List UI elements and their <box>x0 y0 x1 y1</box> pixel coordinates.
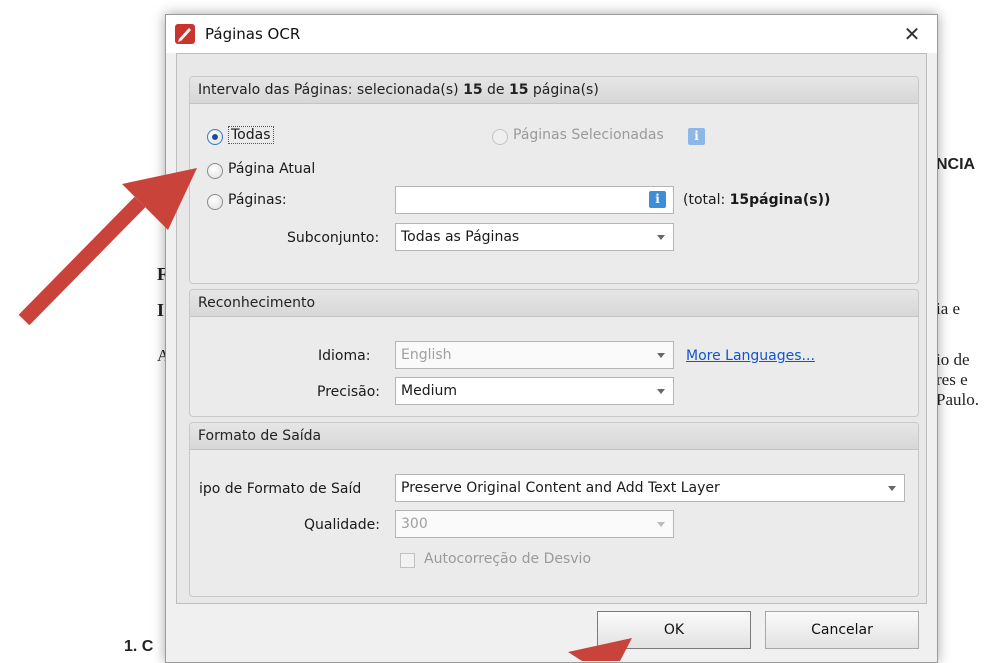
selected-pages-label: Páginas Selecionadas <box>513 127 664 143</box>
page-range-header: Intervalo das Páginas: selecionada(s) 15… <box>190 77 918 104</box>
info-icon[interactable]: i <box>649 191 666 208</box>
output-format-type-dropdown[interactable]: Preserve Original Content and Add Text L… <box>395 474 905 502</box>
total-pages-text: (total: 15página(s)) <box>683 192 831 208</box>
subset-label: Subconjunto: <box>287 230 380 246</box>
bg-doc-text-fragment: res e <box>936 370 968 389</box>
output-format-section: Formato de Saída ipo de Formato de Saíd … <box>189 422 919 597</box>
dialog-title: Páginas OCR <box>205 25 301 43</box>
chevron-down-icon <box>657 235 665 240</box>
output-format-type-label: ipo de Formato de Saíd <box>199 481 362 497</box>
output-format-header: Formato de Saída <box>190 423 918 450</box>
dialog-titlebar[interactable]: Páginas OCR ✕ <box>166 15 937 53</box>
chevron-down-icon <box>657 522 665 527</box>
annotation-arrow <box>18 168 197 326</box>
selected-count: 15 <box>463 82 483 98</box>
total-count: 15 <box>508 82 529 98</box>
recognition-header: Reconhecimento <box>190 290 918 317</box>
bg-doc-text-fragment: io de <box>936 350 970 369</box>
current-page-label: Página Atual <box>228 161 316 177</box>
subset-dropdown[interactable]: Todas as Páginas <box>395 223 674 251</box>
deskew-label: Autocorreção de Desvio <box>424 551 592 567</box>
quality-label: Qualidade: <box>304 517 380 533</box>
bg-doc-list-item: 1. C <box>124 638 154 655</box>
cancel-button[interactable]: Cancelar <box>765 611 919 649</box>
chevron-down-icon <box>657 389 665 394</box>
language-label: Idioma: <box>318 348 371 364</box>
all-pages-label: Todas <box>228 126 274 144</box>
bg-doc-heading-fragment: NCIA <box>936 156 976 173</box>
annotation-arrow <box>568 638 632 661</box>
language-dropdown[interactable]: English <box>395 341 674 369</box>
page-range-section: Intervalo das Páginas: selecionada(s) 15… <box>189 76 919 284</box>
chevron-down-icon <box>657 353 665 358</box>
bg-doc-text-fragment: ia e <box>936 299 961 318</box>
precision-dropdown[interactable]: Medium <box>395 377 674 405</box>
ocr-pages-dialog: Páginas OCR ✕ Intervalo das Páginas: sel… <box>165 14 938 663</box>
recognition-section: Reconhecimento Idioma: English More Lang… <box>189 289 919 417</box>
chevron-down-icon <box>888 486 896 491</box>
radio-current-page[interactable] <box>207 163 223 179</box>
radio-selected-pages[interactable] <box>492 129 508 145</box>
close-icon[interactable]: ✕ <box>895 19 929 49</box>
quality-dropdown[interactable]: 300 <box>395 510 674 538</box>
more-languages-link[interactable]: More Languages... <box>686 348 815 364</box>
deskew-checkbox[interactable] <box>400 553 415 568</box>
pages-label: Páginas: <box>228 192 287 208</box>
radio-all-pages[interactable] <box>207 129 223 145</box>
precision-label: Precisão: <box>317 384 380 400</box>
pages-input[interactable] <box>395 186 674 214</box>
dialog-content: Intervalo das Páginas: selecionada(s) 15… <box>176 53 927 604</box>
info-icon[interactable]: i <box>688 128 705 145</box>
app-logo-icon <box>175 24 195 44</box>
radio-pages[interactable] <box>207 194 223 210</box>
bg-doc-text-fragment: Paulo. <box>936 390 979 409</box>
